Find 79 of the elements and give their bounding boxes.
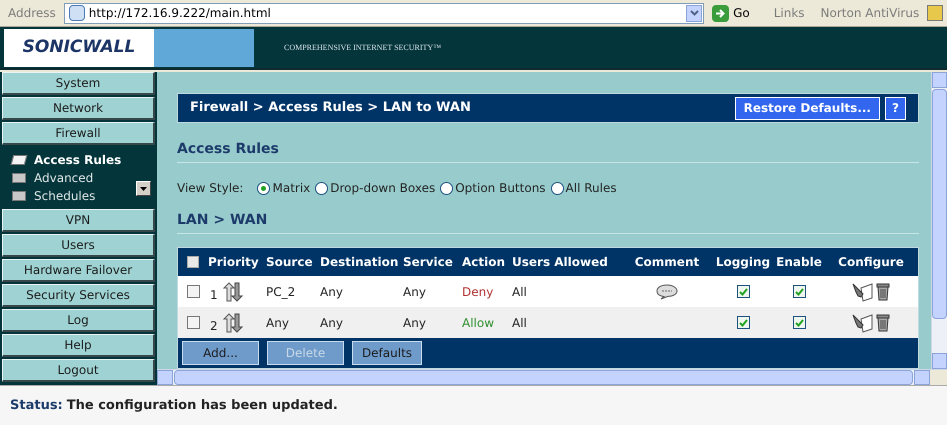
row-checkbox[interactable] [186, 316, 200, 329]
section-heading: LAN > WAN [177, 211, 268, 230]
trash-icon[interactable] [876, 282, 890, 301]
radio-option[interactable]: All Rules [550, 179, 617, 198]
column-header: Priority [208, 254, 260, 271]
toolbar-icon[interactable] [927, 5, 943, 21]
edit-icon[interactable] [852, 312, 874, 332]
status-message: The configuration has been updated. [66, 396, 338, 415]
submenu-item[interactable]: Access Rules [12, 151, 157, 169]
speech-bubble-icon[interactable] [656, 284, 678, 300]
folder-icon [10, 155, 28, 165]
view-style-label: View Style: [177, 180, 244, 198]
column-header: Users Allowed [512, 254, 609, 271]
column-header: Configure [837, 254, 905, 271]
column-header: Destination [320, 254, 400, 271]
nav-button[interactable]: Firewall [2, 122, 155, 145]
checkbox[interactable] [736, 316, 750, 329]
submenu-item[interactable]: Schedules [12, 187, 157, 205]
table-cell-text: Any [320, 314, 344, 332]
logo: SONICWALL [4, 28, 154, 66]
go-button[interactable]: Go [708, 2, 754, 24]
checkbox[interactable] [792, 285, 806, 298]
table-button[interactable]: Add... [182, 341, 259, 365]
nav-button[interactable]: Users [2, 234, 155, 257]
radio-option[interactable]: Option Buttons [440, 179, 546, 198]
radio-option[interactable]: Matrix [257, 179, 310, 198]
help-button[interactable]: ? [885, 96, 906, 120]
table-cell-text: Any [266, 314, 290, 332]
nav-button[interactable]: Help [2, 334, 155, 357]
table-cell-text: All [512, 314, 528, 332]
column-header: Comment [634, 254, 700, 271]
priority-number: 1 [209, 286, 218, 304]
trash-icon[interactable] [876, 313, 890, 332]
priority-number: 2 [209, 318, 218, 334]
scroll-down-icon[interactable] [136, 181, 151, 196]
column-header: Source [266, 254, 314, 271]
dropdown-icon[interactable] [686, 4, 702, 22]
column-header: Service [403, 254, 454, 271]
reorder-arrows-icon[interactable] [222, 312, 244, 332]
submenu-item[interactable]: Advanced [12, 169, 157, 187]
nav-button[interactable]: Network [2, 97, 155, 120]
folder-icon [12, 173, 26, 183]
tagline: COMPREHENSIVE INTERNET SECURITY™ [284, 42, 442, 54]
status-label: Status: [10, 396, 63, 415]
column-header: Logging [714, 254, 772, 271]
breadcrumb: Firewall > Access Rules > LAN to WAN [190, 99, 472, 118]
section-heading: Access Rules [177, 140, 280, 160]
restore-defaults-button[interactable]: Restore Defaults... [734, 96, 880, 120]
table-button[interactable]: Defaults [352, 341, 422, 365]
column-header: Action [462, 254, 506, 271]
nav-button[interactable]: Hardware Failover [2, 259, 155, 282]
links-label[interactable]: Links [774, 4, 805, 22]
toolbar-label[interactable]: Norton AntiVirus [820, 4, 920, 22]
column-header: Enable [775, 254, 823, 271]
radio-option[interactable]: Drop-down Boxes [315, 179, 436, 198]
address-label: Address [7, 5, 57, 22]
row-checkbox[interactable] [186, 285, 200, 298]
checkbox[interactable] [792, 316, 806, 329]
action-cell-text: Allow [462, 314, 496, 332]
edit-icon[interactable] [852, 282, 874, 302]
action-cell-text: Deny [462, 284, 494, 300]
table-cell-text: Any [320, 284, 344, 300]
nav-button[interactable]: Log [2, 309, 155, 332]
table-cell-text: Any [403, 314, 427, 332]
table-cell-text: PC_2 [266, 284, 296, 300]
reorder-arrows-icon[interactable] [222, 282, 244, 302]
checkbox[interactable] [736, 285, 750, 298]
page-icon [68, 5, 85, 21]
table-cell-text: All [512, 284, 528, 300]
nav-button[interactable]: VPN [2, 209, 155, 232]
select-all-checkbox[interactable] [187, 256, 199, 268]
horizontal-scrollbar[interactable] [157, 369, 947, 385]
nav-button[interactable]: System [2, 72, 155, 95]
nav-button[interactable]: Logout [2, 359, 155, 382]
folder-icon [12, 191, 26, 201]
vertical-scrollbar[interactable] [931, 72, 947, 369]
table-cell-text: Any [403, 284, 427, 300]
address-field[interactable]: http://172.16.9.222/main.html [64, 2, 704, 24]
nav-button[interactable]: Security Services [2, 284, 155, 307]
